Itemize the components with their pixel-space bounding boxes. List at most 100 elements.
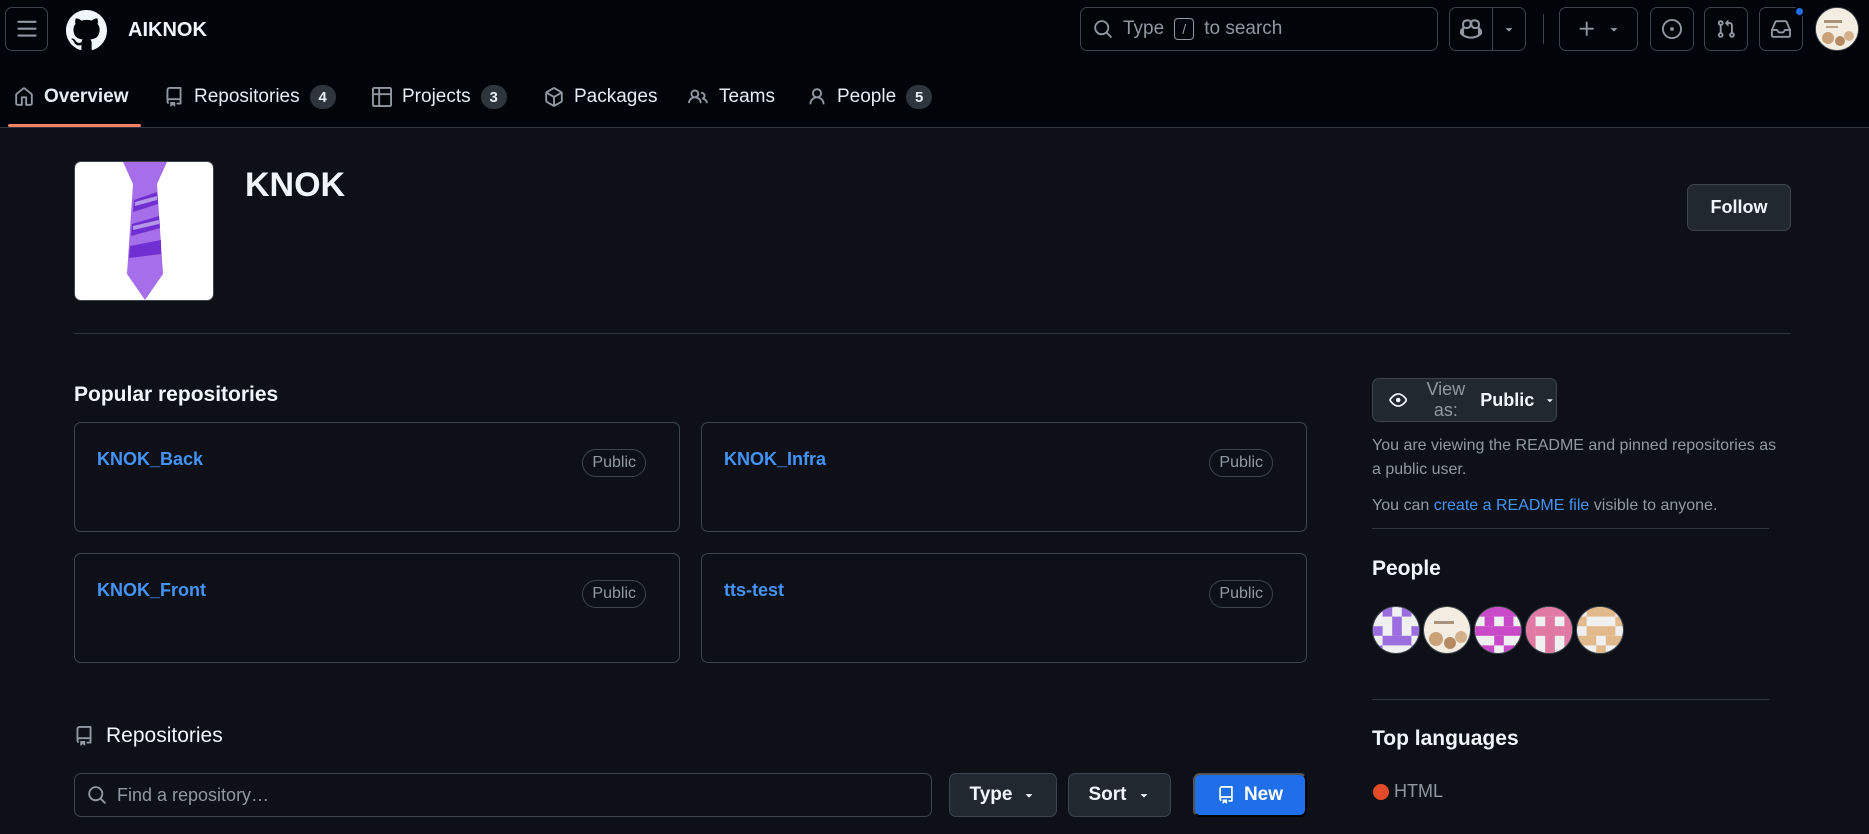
viewing-as-description: You are viewing the README and pinned re… [1372, 437, 1777, 478]
copilot-dropdown-button[interactable] [1492, 7, 1526, 51]
repo-icon [1219, 786, 1233, 804]
github-logo-icon[interactable] [66, 10, 107, 51]
sidebar-divider [1372, 699, 1769, 700]
table-icon [372, 87, 392, 107]
home-icon [15, 87, 33, 106]
repositories-title: Repositories [106, 724, 223, 747]
new-label: New [1243, 784, 1284, 805]
view-as-button[interactable]: View as: Public [1372, 378, 1557, 422]
member-avatar[interactable] [1423, 606, 1471, 654]
people-title: People [1372, 557, 1441, 580]
sort-button[interactable]: Sort [1068, 773, 1171, 817]
menu-button[interactable] [5, 7, 48, 51]
tab-people[interactable]: People 5 [807, 80, 933, 114]
triangle-down-icon [1610, 28, 1617, 32]
pinned-repo-card: tts-test Public [701, 553, 1307, 663]
notification-indicator [1794, 6, 1805, 17]
member-avatar[interactable] [1525, 606, 1573, 654]
copilot-icon [1460, 19, 1482, 39]
copilot-button[interactable] [1449, 7, 1493, 51]
triangle-down-icon [1547, 399, 1553, 403]
selected-tab-underline [8, 124, 141, 127]
visibility-badge: Public [582, 580, 646, 608]
tab-label: Overview [44, 86, 129, 107]
header-divider [1543, 14, 1544, 44]
find-repository-placeholder: Find a repository… [117, 784, 270, 805]
type-filter-button[interactable]: Type [949, 773, 1057, 817]
tab-projects[interactable]: Projects 3 [372, 80, 507, 114]
repo-icon [76, 726, 92, 746]
language-color-dot [1373, 784, 1389, 800]
plus-icon [1579, 21, 1594, 36]
create-new-button[interactable] [1559, 7, 1638, 51]
repo-link[interactable]: KNOK_Back [97, 449, 203, 470]
find-repository-input[interactable]: Find a repository… [74, 773, 932, 817]
person-icon [809, 88, 825, 105]
inbox-icon [1771, 20, 1791, 38]
visibility-badge: Public [582, 449, 646, 477]
repo-link[interactable]: tts-test [724, 580, 784, 601]
pull-requests-button[interactable] [1704, 7, 1748, 51]
visibility-badge: Public [1209, 580, 1273, 608]
triangle-down-icon [1140, 794, 1147, 798]
people-icon [688, 89, 708, 104]
triangle-down-icon [1505, 28, 1513, 32]
issues-button[interactable] [1650, 7, 1694, 51]
tab-repositories[interactable]: Repositories 4 [164, 80, 336, 114]
org-context-link[interactable]: AIKNOK [128, 18, 207, 42]
pinned-repo-card: KNOK_Infra Public [701, 422, 1307, 532]
profile-divider [74, 333, 1791, 334]
repo-icon [166, 87, 182, 107]
readme-suffix: visible to anyone. [1593, 497, 1718, 514]
tab-teams[interactable]: Teams [687, 80, 775, 114]
popular-repositories-title: Popular repositories [74, 383, 279, 406]
issue-opened-icon [1662, 19, 1682, 39]
search-shortcut-key: / [1174, 18, 1195, 40]
member-avatar[interactable] [1576, 606, 1624, 654]
type-filter-label: Type [969, 784, 1013, 805]
view-as-prefix: View as: [1426, 379, 1466, 420]
git-pull-request-icon [1717, 19, 1735, 38]
tab-label: Projects [402, 86, 471, 107]
repositories-count: 4 [309, 85, 336, 109]
visibility-badge: Public [1209, 449, 1273, 477]
pinned-repo-card: KNOK_Back Public [74, 422, 680, 532]
tab-label: Teams [719, 86, 775, 107]
search-prefix: Type [1123, 18, 1165, 39]
projects-count: 3 [480, 85, 507, 109]
tab-overview[interactable]: Overview [14, 80, 129, 114]
tab-label: Repositories [194, 86, 300, 107]
user-avatar[interactable] [1815, 7, 1859, 51]
member-avatar[interactable] [1474, 606, 1522, 654]
eye-icon [1389, 393, 1408, 407]
readme-hint: You can create a README file visible to … [1372, 494, 1782, 518]
pinned-repo-card: KNOK_Front Public [74, 553, 680, 663]
repositories-heading: Repositories [74, 724, 223, 748]
sort-label: Sort [1088, 784, 1127, 805]
tab-packages[interactable]: Packages [544, 80, 657, 114]
new-repository-button[interactable]: New [1193, 773, 1307, 817]
member-avatar[interactable] [1372, 606, 1420, 654]
org-title: KNOK [245, 166, 346, 204]
package-icon [545, 87, 563, 107]
search-icon [1094, 20, 1112, 38]
sidebar-divider [1372, 528, 1769, 529]
top-languages-title: Top languages [1372, 727, 1519, 750]
search-input[interactable]: Type / to search [1080, 7, 1438, 51]
language-name: HTML [1394, 781, 1443, 801]
repo-link[interactable]: KNOK_Front [97, 580, 206, 601]
hamburger-icon [16, 20, 37, 37]
create-readme-link[interactable]: create a README file [1434, 497, 1590, 514]
search-icon [88, 786, 106, 804]
people-count: 5 [906, 85, 933, 109]
search-suffix: to search [1204, 18, 1283, 39]
view-as-value: Public [1480, 389, 1535, 410]
tab-label: Packages [574, 86, 658, 107]
follow-button[interactable]: Follow [1687, 184, 1791, 231]
tab-label: People [837, 86, 897, 107]
org-logo [74, 161, 214, 301]
repo-link[interactable]: KNOK_Infra [724, 449, 826, 470]
necktie-logo-icon [123, 162, 167, 300]
triangle-down-icon [1026, 794, 1033, 798]
readme-prefix: You can [1372, 497, 1430, 514]
